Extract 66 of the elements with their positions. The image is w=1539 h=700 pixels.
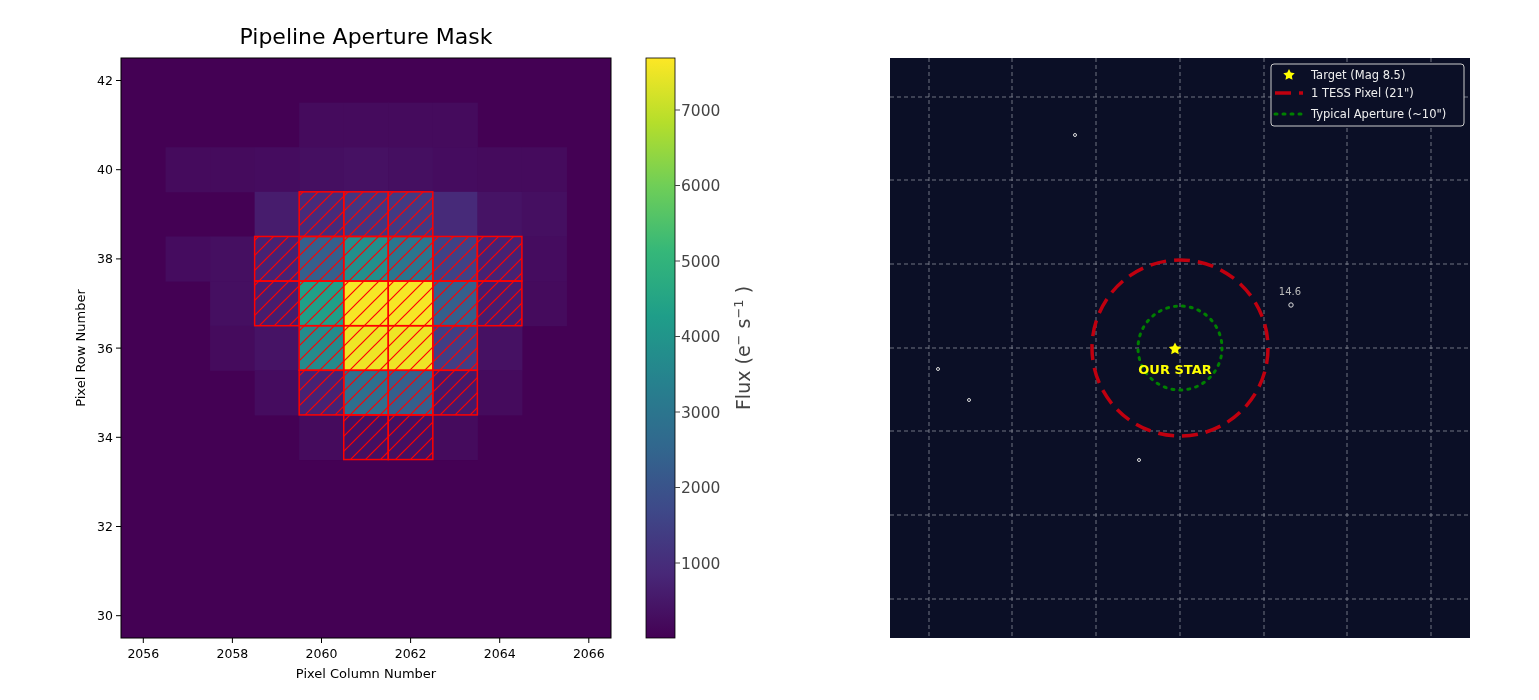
- aperture-pixel: [432, 235, 479, 282]
- x-tick-label: 2058: [216, 646, 249, 661]
- y-tick-label: 38: [97, 251, 113, 267]
- aperture-pixel: [343, 280, 389, 327]
- heatmap-pixel: [521, 191, 567, 237]
- y-tick-label: 42: [97, 73, 113, 88]
- aperture-pixel: [432, 324, 479, 372]
- x-tick-label: 2056: [127, 646, 160, 661]
- legend-label: Target (Mag 8.5): [1311, 68, 1406, 82]
- heatmap-pixel: [477, 191, 523, 237]
- aperture-pixel: [253, 235, 300, 282]
- target-label: OUR STAR: [1138, 362, 1212, 377]
- aperture-pixel: [387, 191, 434, 238]
- heatmap-pixel: [432, 191, 478, 237]
- chart-title: Pipeline Aperture Mask: [239, 24, 493, 49]
- aperture-pixel: [387, 369, 434, 416]
- x-tick-label: 2064: [483, 646, 516, 661]
- y-tick-label: 34: [97, 429, 113, 445]
- aperture-pixel: [343, 414, 389, 461]
- heatmap-pixel: [210, 281, 256, 327]
- heatmap-pixel: [343, 147, 389, 193]
- heatmap-pixel: [388, 147, 434, 193]
- aperture-pixel: [387, 414, 434, 461]
- aperture-pixel: [432, 369, 479, 416]
- magnitude-label: 14.6: [1278, 286, 1302, 297]
- aperture-pixel: [253, 280, 300, 327]
- legend-label: Typical Aperture (~10"): [1311, 107, 1447, 121]
- legend-label: 1 TESS Pixel (21"): [1311, 86, 1414, 100]
- x-tick-label: 2062: [394, 646, 427, 661]
- aperture-pixel: [298, 235, 345, 282]
- colorbar-tick-label: 5000: [681, 252, 721, 271]
- heatmap-pixel: [477, 370, 523, 416]
- aperture-pixel: [343, 235, 389, 282]
- colorbar-tick-label: 2000: [681, 479, 721, 497]
- y-tick-label: 32: [97, 519, 113, 534]
- aperture-pixel: [387, 235, 434, 282]
- colorbar-tick-label: 1000: [681, 554, 721, 573]
- x-tick-label: 2066: [572, 646, 605, 661]
- colorbar-tick-label: 6000: [681, 177, 721, 195]
- y-axis-label: Pixel Row Number: [73, 289, 88, 407]
- heatmap-pixel: [210, 325, 256, 371]
- aperture-pixel: [387, 324, 434, 372]
- y-tick-label: 40: [97, 162, 113, 178]
- aperture-pixel: [432, 280, 479, 327]
- aperture-pixel: [476, 235, 523, 282]
- x-axis-label: Pixel Column Number: [295, 666, 437, 681]
- x-tick-label: 2060: [305, 646, 338, 661]
- heatmap-pixel: [521, 281, 567, 327]
- aperture-pixel: [343, 324, 389, 372]
- aperture-pixel: [476, 280, 523, 327]
- colorbar-tick-label: 7000: [681, 101, 721, 120]
- aperture-pixel: [343, 191, 389, 238]
- y-tick-label: 30: [97, 608, 113, 624]
- heatmap-pixel: [299, 414, 345, 461]
- aperture-pixel: [298, 191, 345, 238]
- aperture-pixel: [387, 280, 434, 327]
- aperture-pixel: [298, 324, 345, 372]
- heatmap-pixel: [254, 370, 300, 416]
- y-tick-label: 36: [97, 340, 113, 356]
- colorbar-tick-label: 4000: [681, 328, 721, 346]
- aperture-pixel: [298, 369, 345, 416]
- colorbar-tick-label: 3000: [681, 403, 721, 422]
- aperture-pixel: [343, 369, 389, 416]
- heatmap-pixel: [432, 414, 478, 461]
- heatmap-pixel: [477, 325, 523, 371]
- aperture-pixel: [298, 280, 345, 327]
